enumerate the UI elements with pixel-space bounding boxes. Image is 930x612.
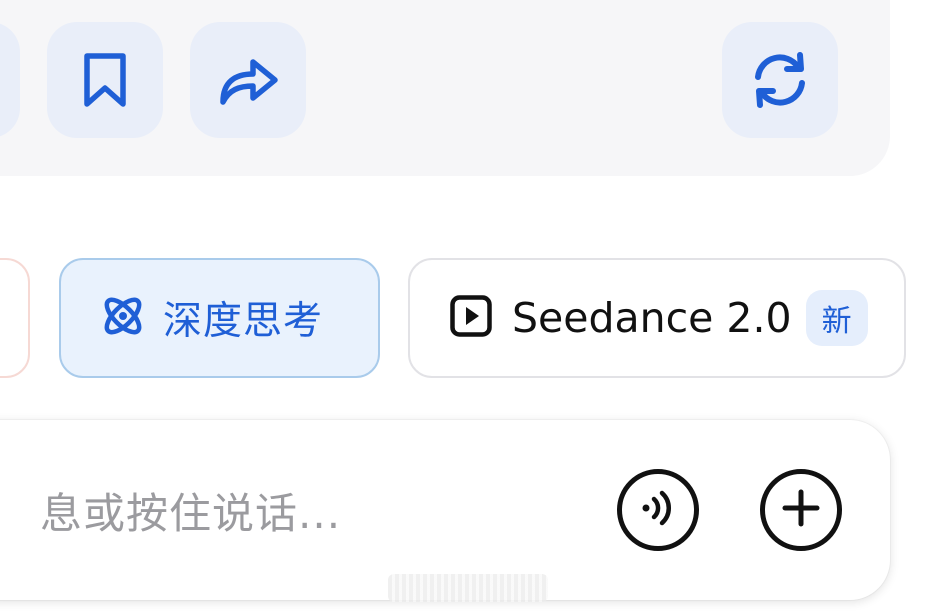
skill-chip-partial[interactable] [0,258,30,378]
bookmark-icon [81,52,129,108]
home-indicator [388,574,548,602]
chat-screen: 深度思考 Seedance 2.0 新 息或按住说话... [0,0,930,612]
share-button[interactable] [190,22,306,138]
message-input-placeholder[interactable]: 息或按住说话... [40,484,341,544]
plus-icon [781,488,821,532]
play-icon [450,295,492,341]
new-badge: 新 [805,290,868,346]
seedance-label: Seedance 2.0 [512,294,792,342]
refresh-icon [748,51,812,109]
regenerate-button[interactable] [722,22,838,138]
deep-think-chip[interactable]: 深度思考 [59,258,380,378]
share-icon [217,54,279,106]
add-button[interactable] [760,469,842,551]
copy-button[interactable] [0,22,20,138]
seedance-chip[interactable]: Seedance 2.0 新 [408,258,906,378]
voice-button[interactable] [617,469,699,551]
message-action-panel [0,0,890,176]
bookmark-button[interactable] [47,22,163,138]
atom-icon [99,292,147,344]
voice-icon [635,485,681,535]
deep-think-label: 深度思考 [163,299,324,344]
